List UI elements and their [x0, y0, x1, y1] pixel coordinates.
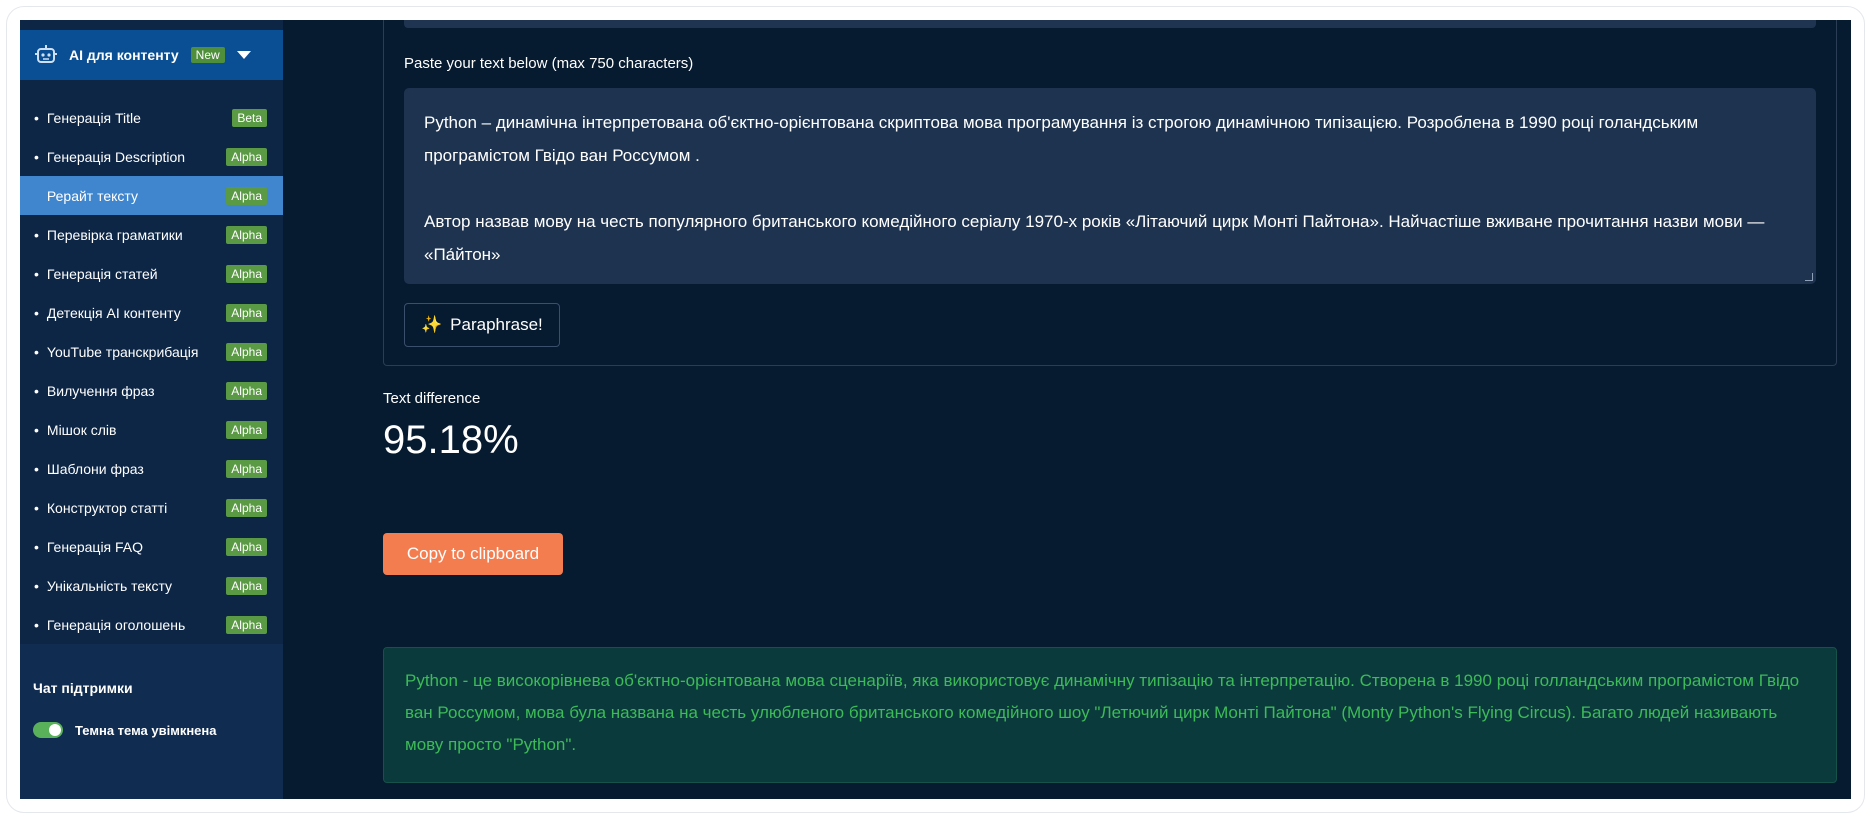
bullet-icon: •: [34, 265, 39, 282]
resize-handle[interactable]: [1805, 273, 1813, 281]
sidebar-item[interactable]: • Генерація статей Alpha: [20, 254, 283, 293]
status-badge: Alpha: [226, 303, 267, 322]
copy-to-clipboard-button[interactable]: Copy to clipboard: [383, 533, 563, 575]
status-badge: Alpha: [226, 147, 267, 166]
paraphrase-button-label: Paraphrase!: [450, 315, 543, 334]
sidebar-title: AI для контенту: [69, 47, 179, 63]
new-badge: New: [190, 47, 225, 63]
sidebar-item[interactable]: • Перевірка граматики Alpha: [20, 215, 283, 254]
sidebar-item[interactable]: • Мішок слів Alpha: [20, 410, 283, 449]
bullet-icon: •: [34, 421, 39, 438]
sidebar-item-label: Унікальність тексту: [46, 577, 173, 594]
sidebar-item-label: Генерація FAQ: [46, 538, 144, 555]
bullet-icon: •: [34, 460, 39, 477]
sidebar-item-label: YouTube транскрибація: [46, 343, 199, 360]
sparkles-icon: ✨: [421, 315, 443, 334]
sidebar-item-label: Генерація Title: [46, 109, 141, 126]
sidebar-item-label: Генерація статей: [46, 265, 158, 282]
status-badge: Alpha: [226, 381, 267, 400]
status-badge: Alpha: [226, 420, 267, 439]
sidebar-item-label: Мішок слів: [46, 421, 117, 438]
sidebar-item[interactable]: • Унікальність тексту Alpha: [20, 566, 283, 605]
status-badge: Alpha: [226, 615, 267, 634]
sidebar-item-label: Рерайт тексту: [46, 187, 139, 204]
text-difference-label: Text difference: [383, 390, 481, 407]
input-paragraph: Автор назвав мову на честь популярного б…: [424, 212, 1765, 264]
sidebar-item[interactable]: •Рерайт текстуAlpha: [20, 176, 283, 215]
status-badge: Alpha: [226, 342, 267, 361]
sidebar-item[interactable]: • YouTube транскрибація Alpha: [20, 332, 283, 371]
theme-toggle-row[interactable]: Темна тема увімкнена: [33, 722, 217, 738]
status-badge: Alpha: [226, 576, 267, 595]
sidebar-item-label: Вилучення фраз: [46, 382, 155, 399]
status-badge: Alpha: [226, 498, 267, 517]
bullet-icon: •: [34, 304, 39, 321]
bullet-icon: •: [34, 148, 39, 165]
sidebar-header[interactable]: AI для контенту New: [20, 30, 283, 80]
sidebar-footer: Чат підтримки Темна тема увімкнена: [20, 644, 283, 799]
sidebar-item-label: Генерація оголошень: [46, 616, 186, 633]
bullet-icon: •: [34, 577, 39, 594]
paraphrase-button[interactable]: ✨ Paraphrase!: [404, 303, 560, 347]
main-content: Paste your text below (max 750 character…: [283, 20, 1851, 799]
input-card: Paste your text below (max 750 character…: [383, 20, 1837, 366]
theme-toggle-label: Темна тема увімкнена: [75, 722, 217, 738]
status-badge: Alpha: [226, 264, 267, 283]
sidebar-item[interactable]: • Генерація FAQ Alpha: [20, 527, 283, 566]
bullet-icon: •: [34, 382, 39, 399]
sidebar-item[interactable]: • Вилучення фраз Alpha: [20, 371, 283, 410]
sidebar-item[interactable]: • Детекція AI контенту Alpha: [20, 293, 283, 332]
input-textarea[interactable]: Python – динамічна інтерпретована об'єкт…: [404, 88, 1816, 284]
sidebar-item-label: Конструктор статті: [46, 499, 168, 516]
text-difference-value: 95.18%: [383, 418, 519, 462]
bullet-icon: •: [34, 499, 39, 516]
sidebar-menu: • Генерація Title Beta • Генерація Descripti…: [20, 98, 283, 644]
sidebar-item[interactable]: • Генерація Title Beta: [20, 98, 283, 137]
status-badge: Alpha: [226, 459, 267, 478]
status-badge: Alpha: [226, 186, 267, 205]
sidebar-item-label: Шаблони фраз: [46, 460, 144, 477]
previous-field-edge: [404, 20, 1816, 28]
bullet-icon: •: [34, 538, 39, 555]
sidebar-item[interactable]: • Генерація оголошень Alpha: [20, 605, 283, 644]
dark-theme-toggle[interactable]: [33, 722, 63, 738]
bullet-icon: •: [34, 109, 39, 126]
bullet-icon: •: [34, 226, 39, 243]
sidebar-item[interactable]: • Конструктор статті Alpha: [20, 488, 283, 527]
support-chat-heading[interactable]: Чат підтримки: [33, 680, 133, 696]
bullet-icon: •: [34, 343, 39, 360]
sidebar-item[interactable]: • Шаблони фраз Alpha: [20, 449, 283, 488]
paste-label: Paste your text below (max 750 character…: [404, 55, 694, 72]
status-badge: Alpha: [226, 225, 267, 244]
input-paragraph: Python – динамічна інтерпретована об'єкт…: [424, 113, 1699, 165]
sidebar-item-label: Перевірка граматики: [46, 226, 183, 243]
chevron-down-icon[interactable]: [236, 51, 251, 59]
status-badge: Alpha: [226, 537, 267, 556]
sidebar-item[interactable]: • Генерація Description Alpha: [20, 137, 283, 176]
sidebar: AI для контенту New • Генерація Title Beta…: [20, 20, 283, 799]
sidebar-item-label: Детекція AI контенту: [46, 304, 181, 321]
status-badge: Beta: [232, 108, 267, 127]
bullet-icon: •: [34, 616, 39, 633]
app: AI для контенту New • Генерація Title Beta…: [20, 20, 1851, 799]
result-output: Python - це високорівнева об'єктно-орієн…: [383, 647, 1837, 783]
robot-icon: [35, 45, 57, 63]
sidebar-item-label: Генерація Description: [46, 148, 186, 165]
